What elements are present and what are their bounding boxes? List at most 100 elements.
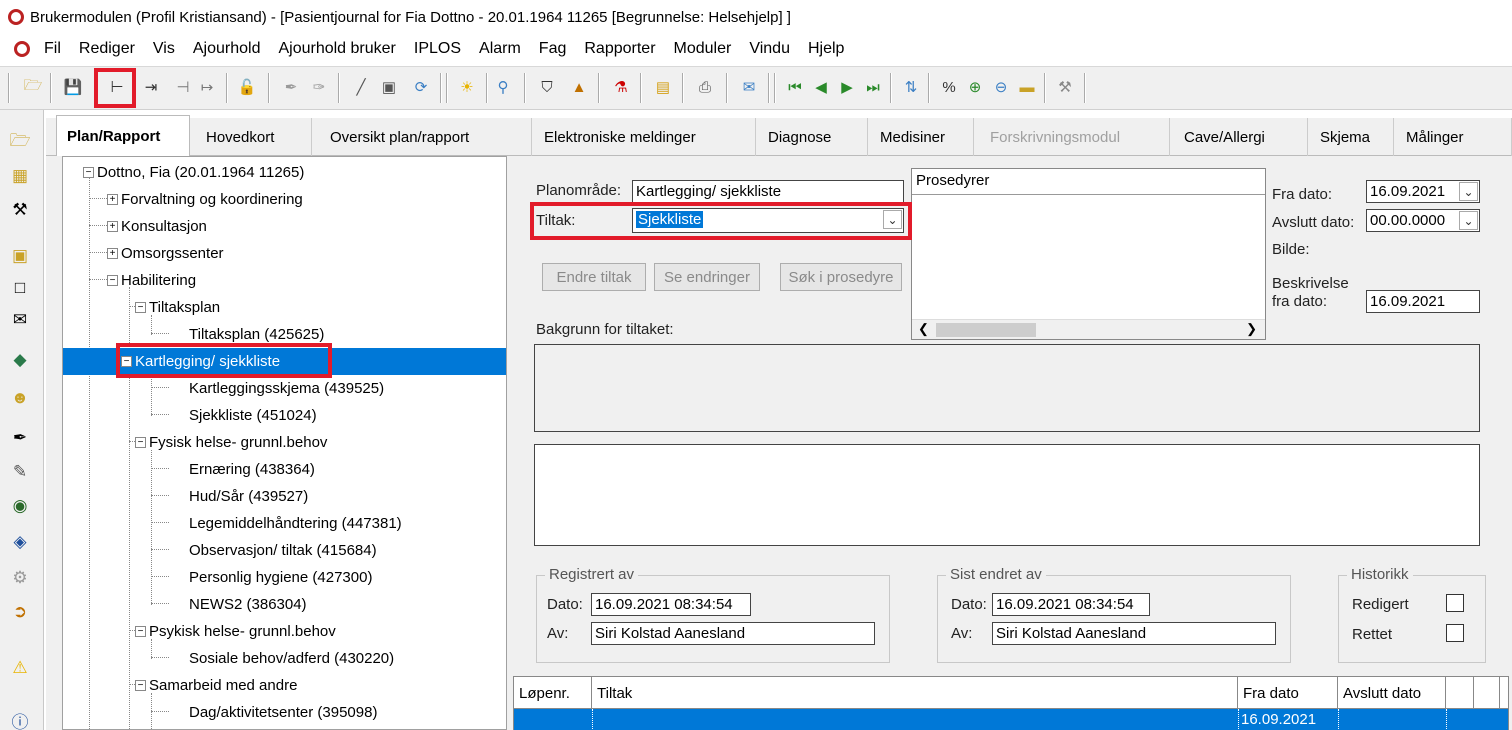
menu-fil[interactable]: Fil (44, 40, 61, 58)
tree-node-hygiene[interactable]: Personlig hygiene (427300) (189, 564, 372, 591)
refresh-icon[interactable]: ⟳ (410, 76, 432, 98)
edit-form-icon[interactable]: ✎ (8, 460, 32, 484)
table-row[interactable]: 16.09.2021 (514, 709, 1508, 730)
ruler-icon[interactable]: ▬ (1016, 76, 1038, 98)
tab-plan-rapport[interactable]: Plan/Rapport (56, 115, 190, 157)
calendar-icon[interactable]: ▦ (8, 164, 32, 188)
scroll-right-icon[interactable]: ❯ (1246, 321, 1257, 337)
beskrivelse-textarea[interactable] (534, 444, 1480, 546)
tree-node-ernaering[interactable]: Ernæring (438364) (189, 456, 315, 483)
expand-icon[interactable]: + (107, 221, 118, 232)
chevron-down-icon[interactable]: ⌄ (1459, 211, 1478, 230)
tab-hovedkort[interactable]: Hovedkort (196, 118, 312, 156)
collapse-icon[interactable]: − (107, 275, 118, 286)
plan-tree[interactable]: − Dottno, Fia (20.01.1964 11265) + Forvalt… (62, 156, 507, 730)
collapse-icon[interactable]: − (135, 680, 146, 691)
collapse-icon[interactable]: − (135, 626, 146, 637)
clipboard-icon[interactable]: □ (8, 276, 32, 300)
planomrade-field[interactable]: Kartlegging/ sjekkliste (632, 180, 904, 203)
sort-icon[interactable]: ⇅ (900, 76, 922, 98)
fra-dato-field[interactable]: 16.09.2021 ⌄ (1366, 180, 1480, 203)
prosedyrer-list[interactable]: Prosedyrer ❮ ❯ (911, 168, 1266, 340)
pen-icon[interactable]: ✒ (280, 76, 302, 98)
tab-malinger[interactable]: Målinger (1396, 118, 1512, 156)
fax-icon[interactable]: ✉ (738, 76, 760, 98)
zoom-in-icon[interactable]: ⊕ (964, 76, 986, 98)
scrollbar-thumb[interactable] (936, 323, 1036, 337)
tree-node-konsultasjon[interactable]: + Konsultasjon (107, 213, 207, 240)
percent-icon[interactable]: % (938, 76, 960, 98)
beskrivelse-fra-dato-field[interactable]: 16.09.2021 (1366, 290, 1480, 313)
pens-icon[interactable]: ✑ (308, 76, 330, 98)
last-record-icon[interactable]: ⏭ (862, 76, 884, 98)
gear-icon[interactable]: ⚙ (8, 566, 32, 590)
tree-node-dag-aktivitetsenter[interactable]: Dag/aktivitetsenter (395098) (189, 699, 377, 726)
microscope-icon[interactable]: ⚗ (610, 76, 632, 98)
tree-node-psykisk-helse[interactable]: − Psykisk helse- grunnl.behov (135, 618, 336, 645)
tiltak-grid[interactable]: Løpenr. Tiltak Fra dato Avslutt dato 16.… (513, 676, 1509, 730)
expand-icon[interactable]: + (107, 194, 118, 205)
previous-record-icon[interactable]: ◀ (810, 76, 832, 98)
shield-icon[interactable]: ◈ (8, 530, 32, 554)
pen-tool-icon[interactable]: ✒ (8, 426, 32, 450)
tree-node-legemiddel[interactable]: Legemiddelhåndtering (447381) (189, 510, 402, 537)
documents-icon[interactable]: ▣ (8, 244, 32, 268)
tree-node-fysisk-helse[interactable]: − Fysisk helse- grunnl.behov (135, 429, 327, 456)
menu-fag[interactable]: Fag (539, 40, 567, 58)
menu-rediger[interactable]: Rediger (79, 40, 135, 58)
binoculars-icon[interactable]: ⛉ (536, 76, 558, 98)
tab-skjema[interactable]: Skjema (1310, 118, 1394, 156)
scroll-left-icon[interactable]: ❮ (918, 321, 929, 337)
avslutt-dato-field[interactable]: 00.00.0000 ⌄ (1366, 209, 1480, 232)
tree-collapse-icon[interactable]: ⊣ (172, 76, 194, 98)
next-record-icon[interactable]: ▶ (836, 76, 858, 98)
first-record-icon[interactable]: ⏮ (784, 76, 806, 98)
endre-tiltak-button[interactable]: Endre tiltak (542, 263, 646, 291)
tree-node-sosiale-behov[interactable]: Sosiale behov/adferd (430220) (189, 645, 394, 672)
menu-ajourhold-bruker[interactable]: Ajourhold bruker (278, 40, 395, 58)
unlock-icon[interactable]: 🔓 (236, 76, 258, 98)
eraser-icon[interactable]: ▲ (568, 76, 590, 98)
tab-oversikt-plan-rapport[interactable]: Oversikt plan/rapport (320, 118, 532, 156)
menu-alarm[interactable]: Alarm (479, 40, 521, 58)
column-extra[interactable] (1446, 677, 1474, 709)
warning-icon[interactable]: ⚠ (8, 656, 32, 680)
tree-node-root[interactable]: − Dottno, Fia (20.01.1964 11265) (83, 159, 304, 186)
textbox-icon[interactable]: ▣ (378, 76, 400, 98)
tree-node-forvaltning[interactable]: + Forvaltning og koordinering (107, 186, 303, 213)
menu-iplos[interactable]: IPLOS (414, 40, 461, 58)
tab-medisiner[interactable]: Medisiner (870, 118, 974, 156)
lightbulb-icon[interactable]: ☀ (456, 76, 478, 98)
menu-rapporter[interactable]: Rapporter (584, 40, 655, 58)
chevron-down-icon[interactable]: ⌄ (1459, 182, 1478, 201)
exit-icon[interactable]: ➲ (8, 600, 32, 624)
sok-i-prosedyre-button[interactable]: Søk i prosedyre (780, 263, 902, 291)
tree-node-observasjon[interactable]: Observasjon/ tiltak (415684) (189, 537, 377, 564)
tree-node-omsorgssenter[interactable]: + Omsorgssenter (107, 240, 224, 267)
tree-node-samarbeid[interactable]: − Samarbeid med andre (135, 672, 297, 699)
column-tiltak[interactable]: Tiltak (592, 677, 1238, 709)
tree-node-hud-sar[interactable]: Hud/Sår (439527) (189, 483, 308, 510)
save-icon[interactable]: 💾 (62, 76, 84, 98)
tree-node-tiltaksplan[interactable]: − Tiltaksplan (135, 294, 220, 321)
folder-icon[interactable]: 🗁 (8, 130, 32, 154)
menu-app-icon[interactable] (14, 41, 30, 57)
line-icon[interactable]: ╱ (350, 76, 372, 98)
envelope-icon[interactable]: ✉ (8, 308, 32, 332)
collapse-icon[interactable]: − (83, 167, 94, 178)
horizontal-scrollbar[interactable]: ❮ ❯ (912, 319, 1265, 339)
help-icon[interactable]: ⓘ (8, 708, 32, 730)
menu-ajourhold[interactable]: Ajourhold (193, 40, 261, 58)
bandage-icon[interactable]: ◆ (8, 348, 32, 372)
tree-node-sjekkliste[interactable]: Sjekkliste (451024) (189, 402, 317, 429)
tree-node-kartleggingsskjema[interactable]: Kartleggingsskjema (439525) (189, 375, 384, 402)
open-folder-icon[interactable]: 🗁 (22, 76, 44, 98)
tree-node-habilitering[interactable]: − Habilitering (107, 267, 196, 294)
books-icon[interactable]: ◉ (8, 494, 32, 518)
tab-elektroniske-meldinger[interactable]: Elektroniske meldinger (534, 118, 756, 156)
contacts-icon[interactable]: ☻ (8, 386, 32, 410)
collapse-icon[interactable]: − (135, 437, 146, 448)
tab-cave-allergi[interactable]: Cave/Allergi (1174, 118, 1308, 156)
bakgrunn-textarea[interactable] (534, 344, 1480, 432)
menu-vindu[interactable]: Vindu (749, 40, 790, 58)
